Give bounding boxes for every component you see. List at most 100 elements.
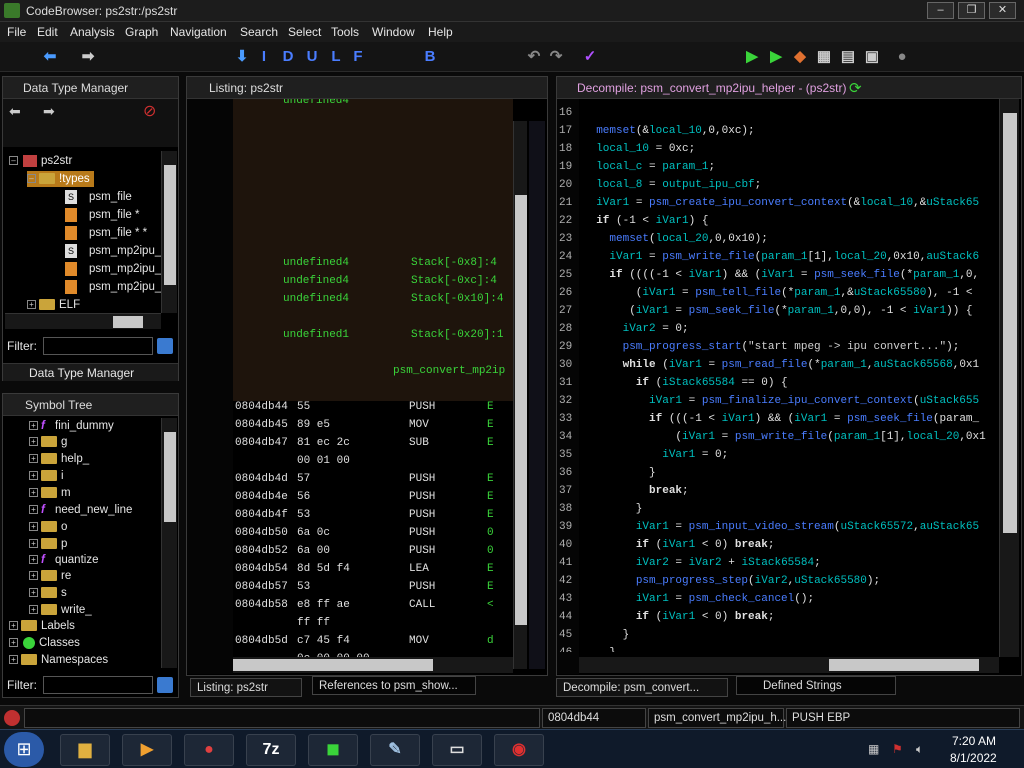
tray-volume-icon[interactable]: 🔈︎ [916,742,923,757]
symbol-tree-vscroll[interactable] [161,418,177,668]
menu-edit[interactable]: Edit [37,25,58,39]
dtm-tree-root[interactable]: – ps2str [9,153,72,169]
table-icon[interactable]: ▤ [838,47,858,67]
symbol-item[interactable]: + o [29,519,67,535]
decompile-vscroll[interactable] [999,99,1019,657]
symbol-root[interactable]: + Classes [9,635,80,651]
clock-date[interactable]: 8/1/2022 [950,751,997,765]
dtm-tree-elf[interactable]: + ELF [27,297,80,313]
clock-time[interactable]: 7:20 AM [952,734,996,748]
chrome-icon[interactable]: ● [184,734,234,766]
listing-stack-row[interactable]: undefined4 Stack[-0xc]:4 [283,275,497,287]
nav-instruction-icon[interactable]: I [254,47,274,67]
symbol-item[interactable]: + p [29,536,67,552]
code-text: } [583,647,616,652]
menu-select[interactable]: Select [288,25,321,39]
dtm-tree-item[interactable]: Spsm_mp2ipu_h [65,243,168,259]
dtm-back-icon[interactable]: ⬅ [9,103,21,120]
window-icon[interactable]: ▦ [814,47,834,67]
tab-decompile[interactable]: Decompile: psm_convert... [556,678,728,697]
7zip-icon[interactable]: 7z [246,734,296,766]
diamond-icon[interactable]: ◆ [790,47,810,67]
listing-stack-row[interactable]: undefined1 Stack[-0x20]:1 [283,329,503,341]
decompile-hscroll[interactable] [579,657,999,673]
nav-label-icon[interactable]: L [326,47,346,67]
menu-search[interactable]: Search [240,25,278,39]
folder-icon [41,436,57,448]
console-icon[interactable]: ▭ [432,734,482,766]
dtm-bottom-tab[interactable]: Data Type Manager [3,363,178,381]
back-arrow-icon[interactable]: ⬅ [40,47,60,67]
listing-vscroll[interactable] [513,121,527,669]
listing-stack-row[interactable]: undefined4 Stack[-0x8]:4 [283,257,497,269]
tray-network-icon[interactable]: ▦ [868,742,879,756]
menu-analysis[interactable]: Analysis [70,25,115,39]
filter-options-icon[interactable] [157,677,173,693]
listing-hscroll[interactable] [233,657,513,673]
dtm-tree-item[interactable]: Spsm_file [65,189,132,205]
nav-undefined-icon[interactable]: U [302,47,322,67]
run-script-icon[interactable]: ▶ [742,47,762,67]
debug-icon[interactable]: ▶ [766,47,786,67]
symbol-item[interactable]: + help_ [29,451,89,467]
minimize-button[interactable]: – [927,2,954,19]
menu-file[interactable]: File [7,25,26,39]
menu-graph[interactable]: Graph [125,25,158,39]
nav-function-icon[interactable]: F [348,47,368,67]
dtm-title: Data Type Manager [23,81,129,95]
symbol-item[interactable]: + s [29,585,67,601]
listing-function-label[interactable]: psm_convert_mp2ip [393,365,505,377]
checkmark-icon[interactable]: ✓ [580,47,600,67]
nav-bookmark-icon[interactable]: B [420,47,440,67]
grid-icon[interactable]: ▣ [862,47,882,67]
symbol-root[interactable]: + Namespaces [9,652,108,668]
media-player-icon[interactable]: ▶ [122,734,172,766]
menu-help[interactable]: Help [428,25,453,39]
tray-flag-icon[interactable]: ⚑ [892,742,903,756]
navigate-down-icon[interactable]: ⬇ [232,47,252,67]
redo-icon[interactable]: ↷ [546,47,566,67]
symbol-filter-input[interactable] [43,676,153,694]
dtm-tree-item[interactable]: psm_file * * [65,225,147,241]
asm-bytes: 53 [297,581,311,593]
menu-navigation[interactable]: Navigation [170,25,227,39]
dtm-tree-item[interactable]: psm_mp2ipu_h [65,279,168,295]
help-bubble-icon[interactable]: ● [892,47,912,67]
start-button[interactable]: ⊞ [4,732,44,767]
ghidra-dragon-icon[interactable]: ◉ [494,734,544,766]
ghidra-taskbar-icon[interactable]: ◼ [308,734,358,766]
forward-arrow-icon[interactable]: ➡ [78,47,98,67]
dtm-forward-icon[interactable]: ➡ [43,103,55,120]
tab-defined-strings[interactable]: Defined Strings [736,676,896,695]
close-button[interactable]: ✕ [989,2,1016,19]
listing-panel: Listing: ps2str undefined4 undefined4 Sta… [186,76,548,676]
symbol-item[interactable]: + f quantize [29,552,98,568]
tab-listing[interactable]: Listing: ps2str [190,678,302,697]
undo-icon[interactable]: ↶ [524,47,544,67]
nav-data-icon[interactable]: D [278,47,298,67]
tab-references[interactable]: References to psm_show... [312,676,476,695]
symbol-item[interactable]: + f fini_dummy [29,418,114,434]
symbol-item[interactable]: + write_ [29,602,92,618]
symbol-item[interactable]: + i [29,468,64,484]
dtm-vscroll[interactable] [161,151,177,313]
listing-stack-row[interactable]: undefined4 Stack[-0x10]:4 [283,293,503,305]
filter-options-icon[interactable] [157,338,173,354]
notepad-icon[interactable]: ✎ [370,734,420,766]
refresh-icon[interactable]: ⟳ [849,79,862,97]
dtm-filter-input[interactable] [43,337,153,355]
menu-window[interactable]: Window [372,25,415,39]
dtm-tree-types[interactable]: – !types [27,171,94,187]
menu-tools[interactable]: Tools [331,25,359,39]
dtm-tree-item[interactable]: psm_file * [65,207,140,223]
symbol-item[interactable]: + f need_new_line [29,502,132,518]
symbol-item[interactable]: + m [29,485,71,501]
symbol-item[interactable]: + g [29,434,67,450]
symbol-item[interactable]: + re [29,568,71,584]
explorer-icon[interactable]: ▆ [60,734,110,766]
dtm-no-entry-icon[interactable]: ⊘ [143,101,156,121]
symbol-root[interactable]: + Labels [9,618,75,634]
maximize-button[interactable]: ❐ [958,2,985,19]
dtm-hscroll[interactable] [5,313,161,329]
dtm-tree-item[interactable]: psm_mp2ipu_h [65,261,168,277]
